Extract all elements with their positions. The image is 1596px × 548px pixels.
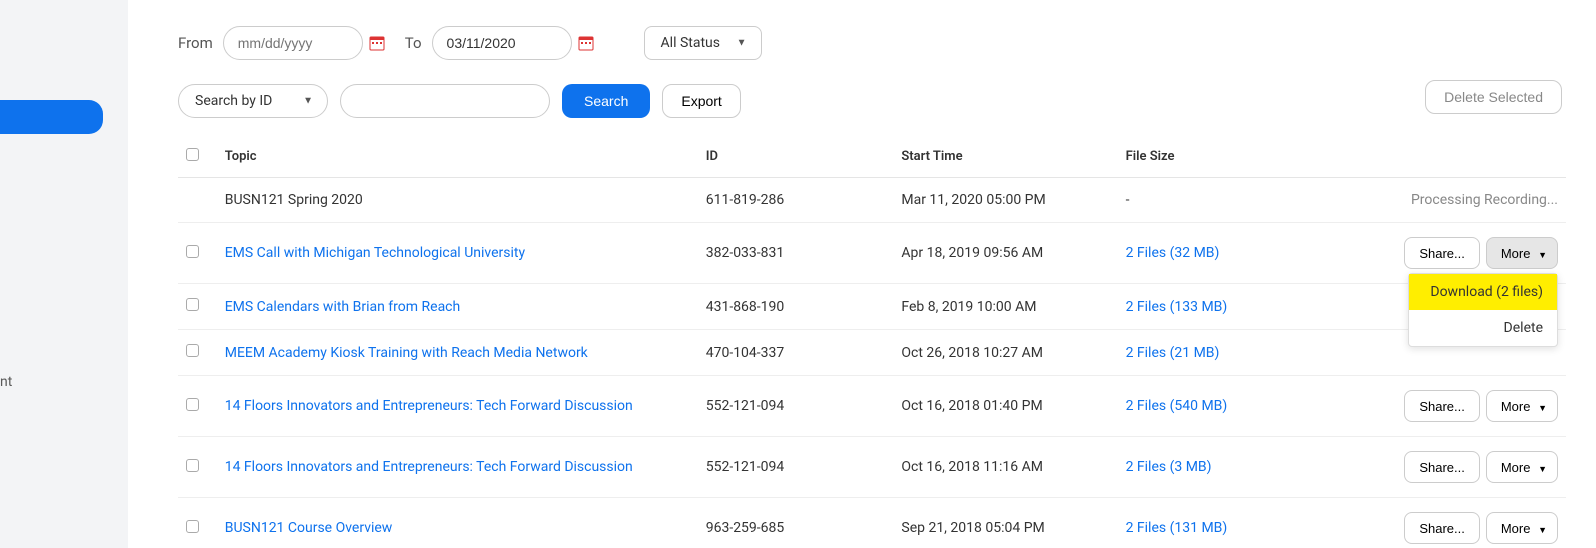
calendar-icon[interactable] <box>369 35 385 51</box>
col-header-id: ID <box>698 136 894 178</box>
table-row: 14 Floors Innovators and Entrepreneurs: … <box>178 437 1566 498</box>
row-topic[interactable]: 14 Floors Innovators and Entrepreneurs: … <box>225 459 633 475</box>
to-label: To <box>405 34 422 52</box>
row-start-time: Oct 26, 2018 10:27 AM <box>893 330 1117 376</box>
row-start-time: Sep 21, 2018 05:04 PM <box>893 498 1117 548</box>
table-row: MEEM Academy Kiosk Training with Reach M… <box>178 330 1566 376</box>
col-header-topic: Topic <box>217 136 698 178</box>
row-topic[interactable]: MEEM Academy Kiosk Training with Reach M… <box>225 345 588 361</box>
more-button[interactable]: More ▼ <box>1486 237 1558 269</box>
table-row: EMS Call with Michigan Technological Uni… <box>178 223 1566 284</box>
chevron-down-icon: ▼ <box>737 38 747 49</box>
share-button[interactable]: Share... <box>1404 237 1480 269</box>
chevron-down-icon: ▼ <box>1538 250 1547 260</box>
table-row: BUSN121 Course Overview 963-259-685Sep 21… <box>178 498 1566 548</box>
row-file-size[interactable]: 2 Files (21 MB) <box>1126 345 1220 361</box>
row-id: 470-104-337 <box>698 330 894 376</box>
table-row: BUSN121 Spring 2020 611-819-286Mar 11, 20… <box>178 178 1566 223</box>
search-input-wrap <box>340 84 550 118</box>
select-all-checkbox[interactable] <box>186 148 199 161</box>
chevron-down-icon: ▼ <box>1538 525 1547 535</box>
row-id: 552-121-094 <box>698 437 894 498</box>
row-checkbox[interactable] <box>186 520 199 533</box>
row-topic[interactable]: 14 Floors Innovators and Entrepreneurs: … <box>225 398 633 414</box>
from-label: From <box>178 34 213 52</box>
sidebar: nt <box>0 0 128 548</box>
more-dropdown: Download (2 files)Delete <box>1408 273 1558 347</box>
dropdown-download[interactable]: Download (2 files) <box>1409 274 1557 310</box>
row-topic[interactable]: BUSN121 Course Overview <box>225 520 393 536</box>
row-file-size: - <box>1126 192 1130 208</box>
chevron-down-icon: ▼ <box>303 96 313 107</box>
row-file-size[interactable]: 2 Files (32 MB) <box>1126 245 1220 261</box>
sidebar-active-item[interactable] <box>0 100 103 134</box>
share-button[interactable]: Share... <box>1404 451 1480 483</box>
status-select-value: All Status <box>661 35 720 51</box>
row-file-size[interactable]: 2 Files (133 MB) <box>1126 299 1228 315</box>
delete-selected-button[interactable]: Delete Selected <box>1425 80 1562 114</box>
search-button[interactable]: Search <box>562 84 650 118</box>
more-button[interactable]: More ▼ <box>1486 512 1558 544</box>
row-start-time: Mar 11, 2020 05:00 PM <box>893 178 1117 223</box>
col-header-size: File Size <box>1118 136 1342 178</box>
row-topic[interactable]: EMS Call with Michigan Technological Uni… <box>225 245 525 261</box>
dropdown-delete[interactable]: Delete <box>1409 310 1557 346</box>
row-start-time: Oct 16, 2018 01:40 PM <box>893 376 1117 437</box>
export-button[interactable]: Export <box>662 84 740 118</box>
recordings-table: Topic ID Start Time File Size BUSN121 Sp… <box>178 136 1566 548</box>
table-row: 14 Floors Innovators and Entrepreneurs: … <box>178 376 1566 437</box>
chevron-down-icon: ▼ <box>1538 403 1547 413</box>
row-id: 552-121-094 <box>698 376 894 437</box>
search-by-value: Search by ID <box>195 93 272 109</box>
row-start-time: Feb 8, 2019 10:00 AM <box>893 284 1117 330</box>
row-checkbox[interactable] <box>186 459 199 472</box>
col-header-start: Start Time <box>893 136 1117 178</box>
more-button[interactable]: More ▼ <box>1486 451 1558 483</box>
search-input[interactable] <box>363 93 544 109</box>
from-date-input[interactable] <box>223 26 363 60</box>
share-button[interactable]: Share... <box>1404 390 1480 422</box>
table-row: EMS Calendars with Brian from Reach 431-8… <box>178 284 1566 330</box>
share-button[interactable]: Share... <box>1404 512 1480 544</box>
more-button[interactable]: More ▼ <box>1486 390 1558 422</box>
to-date-input[interactable] <box>432 26 572 60</box>
row-file-size[interactable]: 2 Files (540 MB) <box>1126 398 1228 414</box>
row-checkbox[interactable] <box>186 245 199 258</box>
row-id: 963-259-685 <box>698 498 894 548</box>
row-id: 382-033-831 <box>698 223 894 284</box>
sidebar-item-truncated[interactable]: nt <box>0 374 20 390</box>
row-start-time: Apr 18, 2019 09:56 AM <box>893 223 1117 284</box>
row-checkbox[interactable] <box>186 298 199 311</box>
calendar-icon[interactable] <box>578 35 594 51</box>
row-start-time: Oct 16, 2018 11:16 AM <box>893 437 1117 498</box>
row-topic[interactable]: EMS Calendars with Brian from Reach <box>225 299 461 315</box>
row-id: 611-819-286 <box>698 178 894 223</box>
row-topic: BUSN121 Spring 2020 <box>225 192 363 208</box>
search-by-select[interactable]: Search by ID ▼ <box>178 84 328 118</box>
row-status: Processing Recording... <box>1411 192 1558 208</box>
row-id: 431-868-190 <box>698 284 894 330</box>
chevron-down-icon: ▼ <box>1538 464 1547 474</box>
row-checkbox[interactable] <box>186 398 199 411</box>
row-file-size[interactable]: 2 Files (3 MB) <box>1126 459 1212 475</box>
row-checkbox[interactable] <box>186 344 199 357</box>
status-select[interactable]: All Status ▼ <box>644 26 762 60</box>
row-file-size[interactable]: 2 Files (131 MB) <box>1126 520 1228 536</box>
